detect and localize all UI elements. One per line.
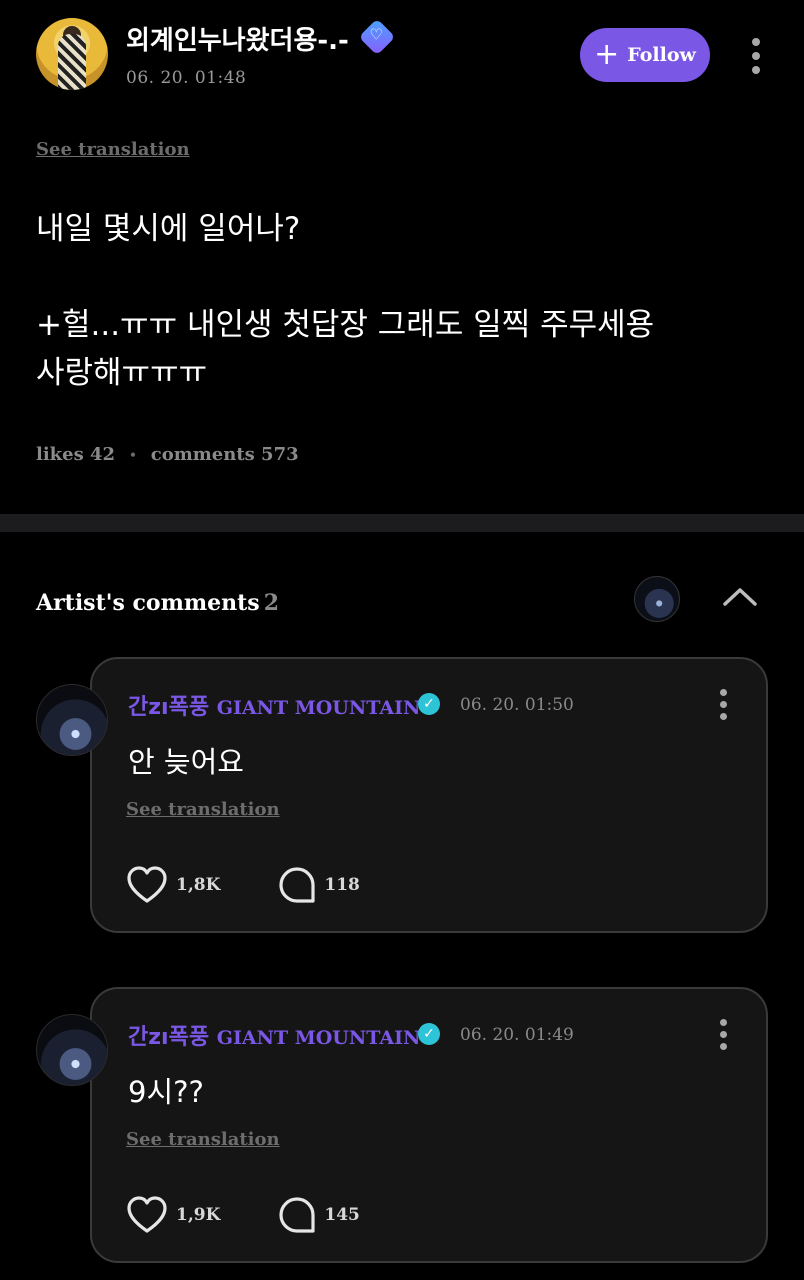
avatar-figure xyxy=(58,34,86,90)
comment-author-name[interactable]: 간zı폭풍 GIANT MOUNTAIN xyxy=(128,1019,420,1051)
chevron-up-icon[interactable] xyxy=(722,584,758,608)
reply-bubble-icon[interactable] xyxy=(278,866,316,904)
comments-count[interactable]: comments 573 xyxy=(151,444,299,465)
reply-count: 118 xyxy=(324,875,360,895)
reply-bubble-icon[interactable] xyxy=(278,1196,316,1234)
comment-actions: 1,8K 118 xyxy=(126,863,360,907)
follow-button[interactable]: + Follow xyxy=(580,28,710,82)
see-translation-link[interactable]: See translation xyxy=(126,799,280,820)
comment-actions: 1,9K 145 xyxy=(126,1193,360,1237)
section-divider xyxy=(0,514,804,532)
comment-author-avatar[interactable] xyxy=(36,1014,108,1086)
author-avatar[interactable] xyxy=(36,18,108,90)
comment-author-latin: GIANT MOUNTAIN xyxy=(216,1027,421,1049)
comment-author-latin: GIANT MOUNTAIN xyxy=(216,697,421,719)
like-count: 1,8K xyxy=(176,875,221,895)
likes-count[interactable]: likes 42 xyxy=(36,444,115,465)
like-count: 1,9K xyxy=(176,1205,221,1225)
comment-author-avatar[interactable] xyxy=(36,684,108,756)
comment-date: 06. 20. 01:49 xyxy=(460,1025,574,1045)
artist-comments-header: Artist's comments 2 xyxy=(36,590,279,616)
artist-comment-card: 간zı폭풍 GIANT MOUNTAIN ✓ 06. 20. 01:50 안 늦… xyxy=(90,657,768,933)
comment-author-name[interactable]: 간zı폭풍 GIANT MOUNTAIN xyxy=(128,689,420,721)
comment-author-ko: 간zı폭풍 xyxy=(128,695,210,720)
post-body: 내일 몇시에 일어나? +헐...ㅠㅠ 내인생 첫답장 그래도 일찍 주무세용 … xyxy=(36,211,655,391)
verified-check-icon: ✓ xyxy=(418,693,440,715)
artist-avatar-small xyxy=(634,576,680,622)
author-name[interactable]: 외계인누나왔더용-.- xyxy=(126,20,349,57)
comment-date: 06. 20. 01:50 xyxy=(460,695,574,715)
plus-icon: + xyxy=(594,37,620,72)
see-translation-link[interactable]: See translation xyxy=(126,1129,280,1150)
comment-text: 안 늦어요 xyxy=(128,745,244,779)
see-translation-link[interactable]: See translation xyxy=(36,139,190,160)
heart-badge-icon: ♡ xyxy=(358,18,396,56)
separator-dot: • xyxy=(129,447,137,462)
post-stats: likes 42 • comments 573 xyxy=(36,444,299,465)
comment-text: 9시?? xyxy=(128,1075,204,1109)
comment-more-icon[interactable] xyxy=(720,689,728,720)
heart-icon[interactable] xyxy=(126,865,168,905)
heart-icon[interactable] xyxy=(126,1195,168,1235)
reply-count: 145 xyxy=(324,1205,360,1225)
verified-check-icon: ✓ xyxy=(418,1023,440,1045)
artist-comments-count: 2 xyxy=(263,590,279,616)
artist-comments-title: Artist's comments xyxy=(36,590,260,616)
artist-comment-card: 간zı폭풍 GIANT MOUNTAIN ✓ 06. 20. 01:49 9시?… xyxy=(90,987,768,1263)
comment-more-icon[interactable] xyxy=(720,1019,728,1050)
post-header: 외계인누나왔더용-.- ♡ 06. 20. 01:48 + Follow xyxy=(0,0,804,110)
post-date: 06. 20. 01:48 xyxy=(126,68,247,88)
comment-author-ko: 간zı폭풍 xyxy=(128,1025,210,1050)
follow-label: Follow xyxy=(627,44,696,66)
more-options-icon[interactable] xyxy=(752,38,760,74)
